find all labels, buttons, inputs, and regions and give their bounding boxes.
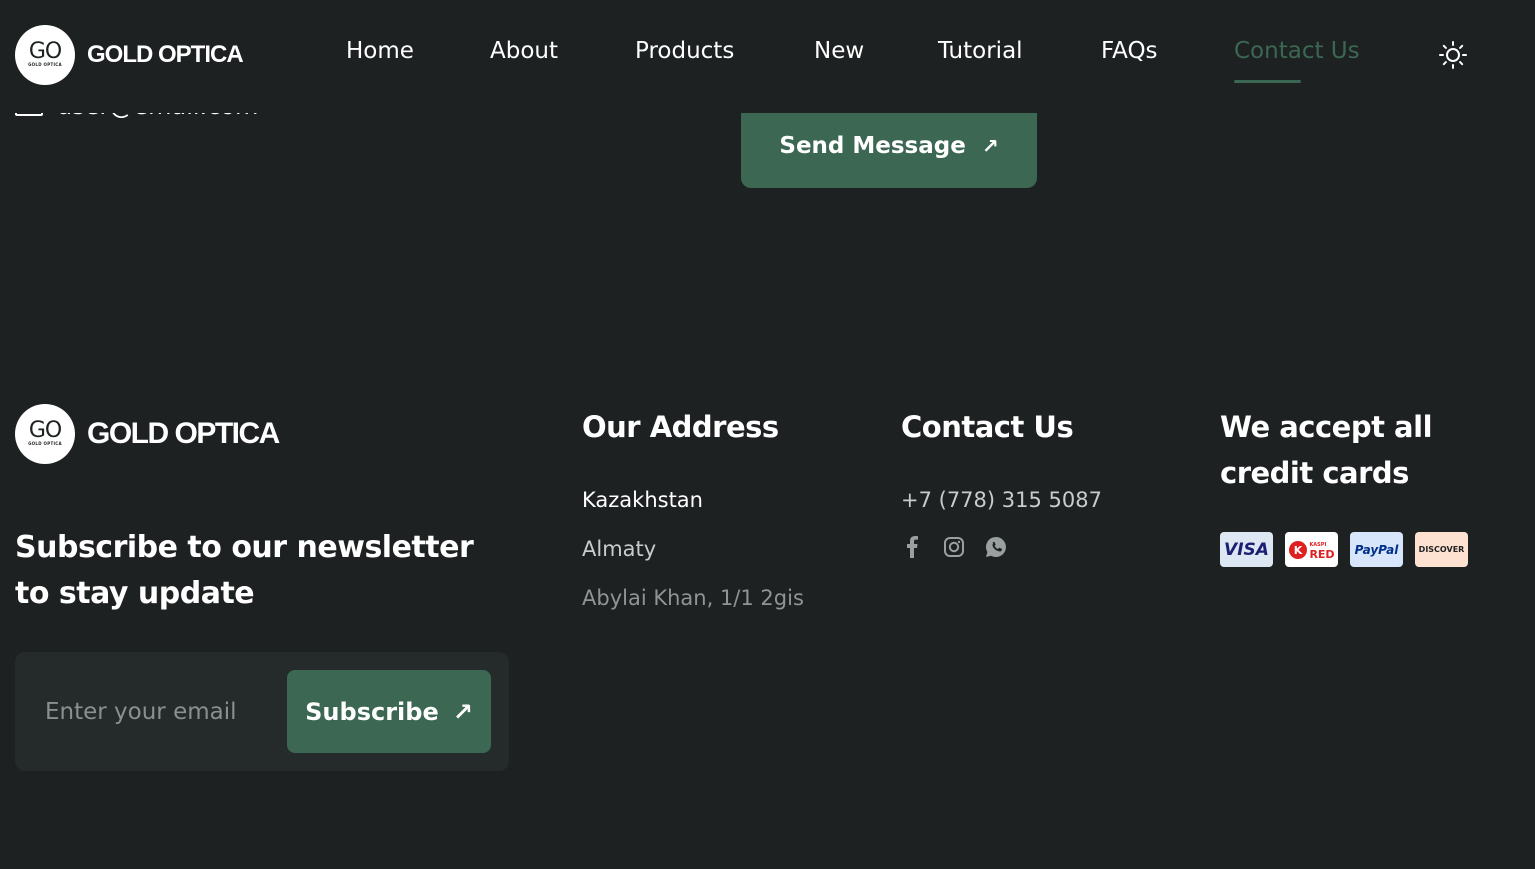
discover-logo: DISCOVER (1415, 532, 1468, 567)
footer-brand[interactable]: GO GOLD OPTICA GOLD OPTICA (15, 404, 280, 464)
kaspi-label: RED (1309, 547, 1335, 561)
send-message-label: Send Message (779, 133, 966, 159)
subscribe-button[interactable]: Subscribe ↗ (287, 670, 491, 753)
subscribe-form: Subscribe ↗ (15, 652, 509, 771)
newsletter-email-input[interactable] (45, 690, 285, 734)
address-country: Kazakhstan (582, 488, 703, 512)
theme-toggle-button[interactable] (1438, 40, 1468, 70)
payment-cards: VISA K KASPI RED PayPal DISCOVER (1220, 532, 1468, 567)
whatsapp-icon[interactable] (985, 536, 1007, 558)
subscribe-label: Subscribe (305, 697, 439, 726)
svg-text:K: K (1294, 544, 1303, 557)
footer-logo-icon: GO GOLD OPTICA (15, 404, 75, 464)
nav-products[interactable]: Products (635, 38, 734, 64)
paypal-logo: PayPal (1350, 532, 1403, 567)
visa-label: VISA (1224, 539, 1269, 560)
nav-faqs[interactable]: FAQs (1101, 38, 1158, 64)
newsletter-heading: Subscribe to our newsletter to stay upda… (15, 530, 474, 611)
footer-logo-mark: GO (28, 418, 62, 443)
nav-tutorial[interactable]: Tutorial (938, 38, 1023, 64)
footer-logo-sub: GOLD OPTICA (28, 441, 62, 446)
site-header: GO GOLD OPTICA GOLD OPTICA Home About Pr… (0, 0, 1535, 113)
social-links (901, 536, 1007, 558)
nav-contact-us[interactable]: Contact Us (1234, 38, 1360, 64)
instagram-icon[interactable] (943, 536, 965, 558)
contact-phone-link[interactable]: +7 (778) 315 5087 (901, 488, 1102, 512)
nav-about[interactable]: About (490, 38, 558, 64)
address-heading: Our Address (582, 410, 779, 444)
contact-heading: Contact Us (901, 410, 1074, 444)
address-city: Almaty (582, 537, 657, 561)
paypal-label: PayPal (1354, 542, 1399, 557)
discover-label: DISCOVER (1418, 545, 1465, 554)
page: user@email.com Send Message ↗ GO GOLD OP… (0, 0, 1535, 869)
cards-heading: We accept all credit cards (1220, 410, 1433, 490)
kaspi-icon: K (1289, 540, 1308, 559)
kaspi-red-logo: K KASPI RED (1285, 532, 1338, 567)
footer-brand-name: GOLD OPTICA (87, 417, 280, 450)
arrow-up-right-icon: ↗ (981, 134, 999, 158)
main-nav: Home About Products New Tutorial FAQs Co… (0, 38, 1535, 83)
nav-home[interactable]: Home (346, 38, 414, 64)
arrow-up-right-icon: ↗ (452, 697, 473, 726)
facebook-icon[interactable] (901, 536, 923, 558)
nav-active-indicator (1234, 80, 1301, 83)
send-message-button[interactable]: Send Message ↗ (741, 104, 1037, 188)
visa-logo: VISA (1220, 532, 1273, 567)
nav-new[interactable]: New (814, 38, 864, 64)
address-street-link[interactable]: Abylai Khan, 1/1 2gis (582, 586, 804, 610)
sun-icon (1439, 41, 1467, 69)
